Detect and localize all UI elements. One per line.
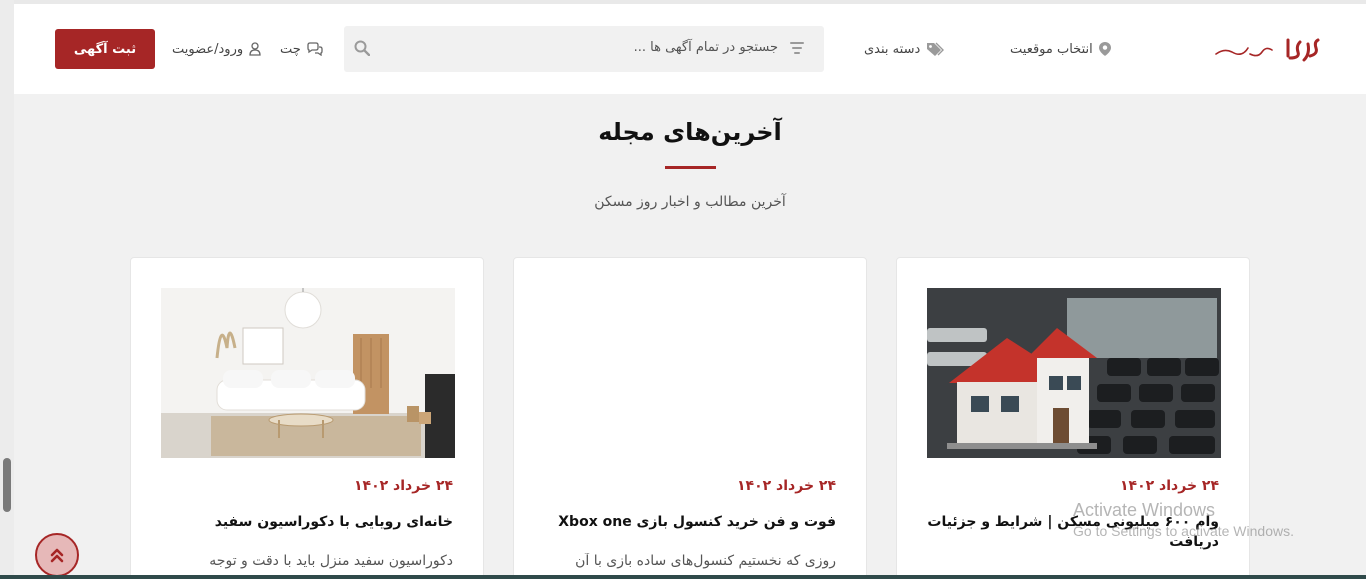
post-excerpt: روزی که نخستیم کنسول‌های ساده بازی با آن [575,553,836,569]
location-selector[interactable]: انتخاب موقعیت [1010,40,1111,58]
blog-card[interactable]: ۲۴ خرداد ۱۴۰۲ فوت و فن خرید کنسول بازی X… [513,257,867,579]
taskbar-edge [0,575,1366,579]
white-living-room-image[interactable] [161,288,455,458]
user-icon [249,42,261,56]
double-chevron-up-icon [50,548,64,563]
living-room-illustration [161,288,455,458]
house-on-calculator-image[interactable] [927,288,1221,458]
chat-label: چت [280,41,301,57]
tags-icon [927,42,945,56]
activation-watermark-text: Go to Settings to activate Windows. [1073,523,1294,539]
location-label: انتخاب موقعیت [1010,41,1093,57]
search-bar[interactable]: جستجو در تمام آگهی ها ... [344,26,824,72]
search-input[interactable]: جستجو در تمام آگهی ها ... [634,40,778,55]
chat-link[interactable]: چت [280,40,323,58]
post-title[interactable]: خانه‌ای رویایی با دکوراسیون سفید [161,512,453,532]
login-label: ورود/عضویت [172,41,244,57]
filter-icon[interactable] [790,41,804,55]
title-underline [665,166,716,169]
post-ad-button[interactable]: ثبت آگهی [55,29,155,69]
blog-card[interactable]: ۲۴ خرداد ۱۴۰۲ خانه‌ای رویایی با دکوراسیو… [130,257,484,579]
map-pin-icon [1098,42,1111,56]
logo-icon [1215,38,1320,62]
login-link[interactable]: ورود/عضویت [172,40,261,58]
post-excerpt: دکوراسیون سفید منزل باید با دقت و توجه [209,553,453,569]
chat-icon [307,42,323,56]
search-icon[interactable] [354,40,370,56]
site-header: انتخاب موقعیت دسته بندی جستجو در تمام آگ… [14,4,1366,94]
post-title[interactable]: فوت و فن خرید کنسول بازی Xbox one [544,512,836,532]
post-date: ۲۴ خرداد ۱۴۰۲ [1120,478,1219,494]
scroll-to-top-button[interactable] [35,533,79,577]
post-date: ۲۴ خرداد ۱۴۰۲ [737,478,836,494]
activation-watermark-title: Activate Windows [1073,500,1216,520]
house-calculator-illustration [927,288,1221,458]
scrollbar-thumb[interactable] [3,458,11,512]
logo[interactable] [1212,30,1324,70]
category-menu[interactable]: دسته بندی [864,40,945,58]
category-label: دسته بندی [864,41,921,57]
section-title: آخرین‌های مجله [598,118,782,146]
post-date: ۲۴ خرداد ۱۴۰۲ [354,478,453,494]
post-image-placeholder[interactable] [544,288,838,458]
section-subtitle: آخرین مطالب و اخبار روز مسکن [594,194,786,210]
